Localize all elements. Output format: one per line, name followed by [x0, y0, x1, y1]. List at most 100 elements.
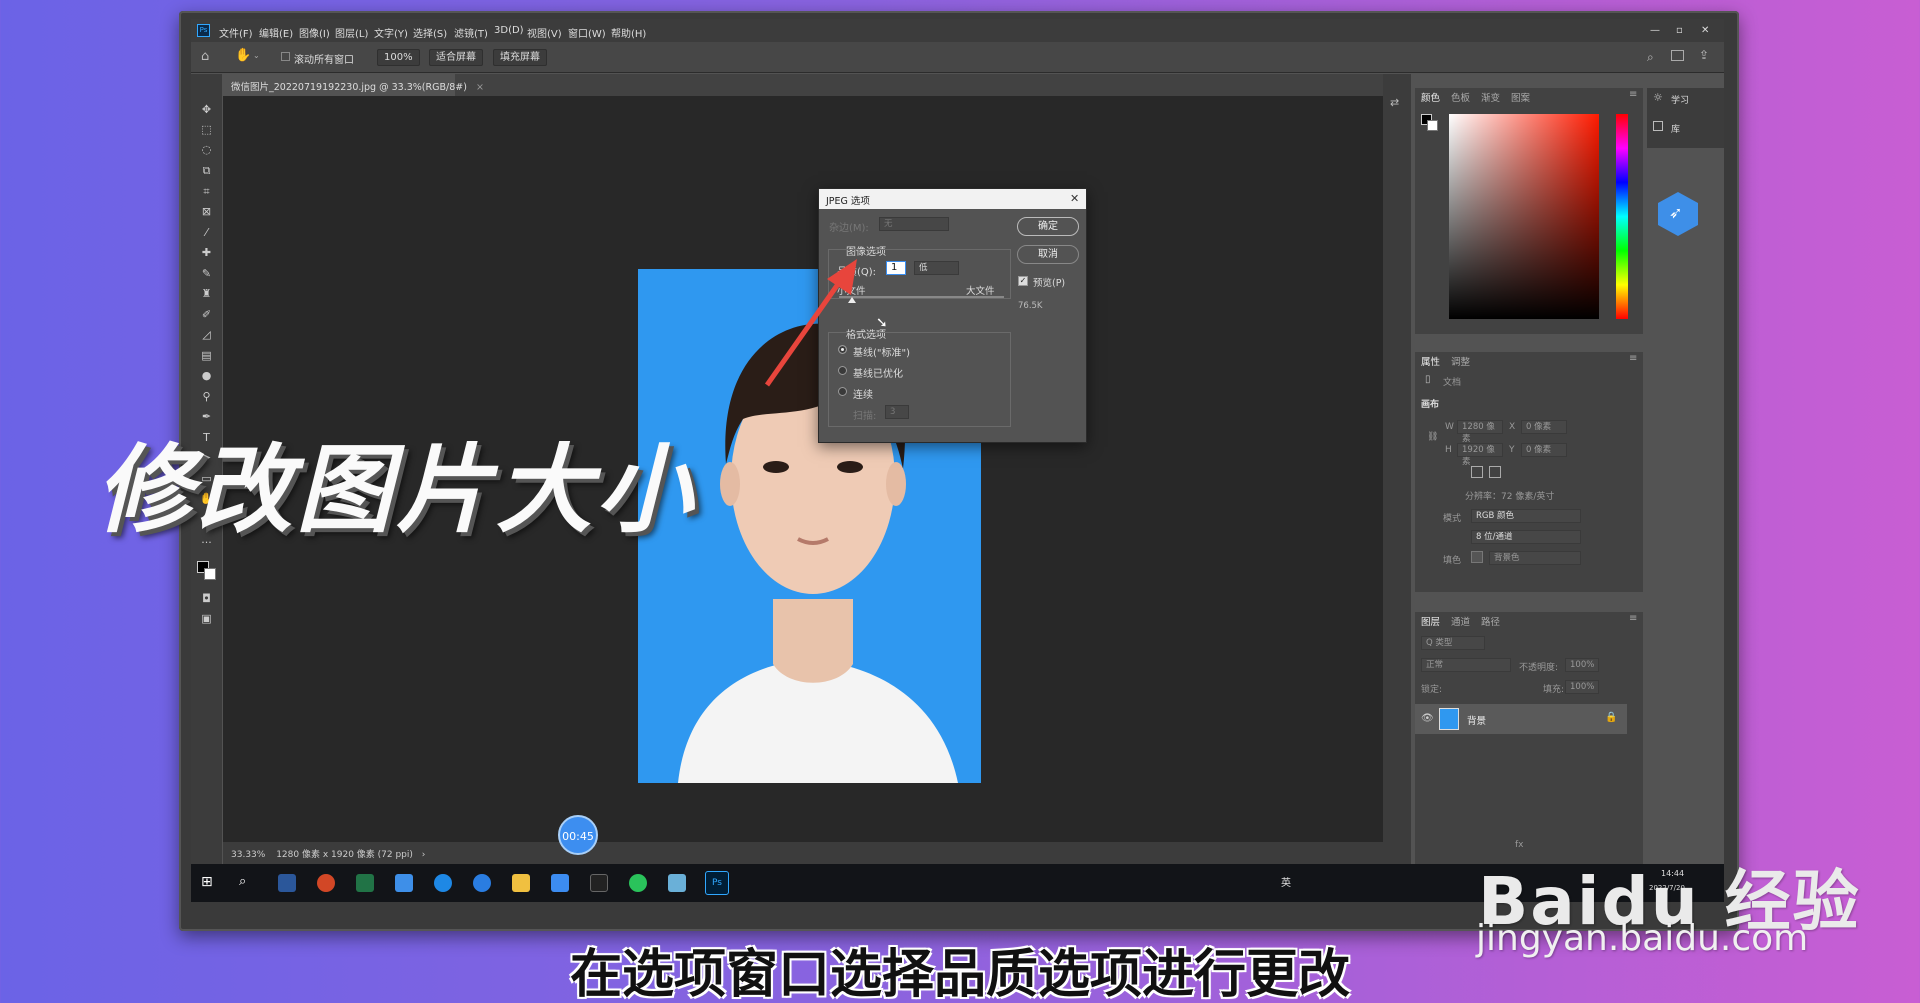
status-arrow-icon[interactable]: ›: [422, 850, 426, 860]
depth-select[interactable]: 8 位/通道: [1471, 530, 1581, 544]
menu-edit[interactable]: 编辑(E): [259, 25, 293, 40]
layer-row-background[interactable]: 👁 背景 🔒: [1415, 704, 1627, 734]
eraser-icon[interactable]: ◿: [199, 327, 214, 342]
fill-select[interactable]: 背景色: [1489, 551, 1581, 565]
stamp-tool-icon[interactable]: ♜: [199, 286, 214, 301]
history-panel-icon[interactable]: ⇄: [1390, 96, 1399, 109]
move-tool-icon[interactable]: ✥: [199, 102, 214, 117]
height-field[interactable]: 1920 像素: [1457, 443, 1503, 467]
sogou-browser-icon[interactable]: [473, 874, 491, 892]
tab-close-icon[interactable]: ×: [476, 82, 484, 93]
y-field[interactable]: 0 像素: [1521, 443, 1567, 457]
workspace-icon[interactable]: [1671, 50, 1684, 61]
bird-app-icon[interactable]: ➶: [1658, 192, 1698, 236]
layer-filter-select[interactable]: Q 类型: [1421, 636, 1485, 650]
document-tab[interactable]: 微信图片_20220719192230.jpg @ 33.3%(RGB/8#) …: [223, 74, 484, 96]
history-brush-icon[interactable]: ✐: [199, 307, 214, 322]
tab-properties[interactable]: 属性: [1421, 354, 1440, 368]
library-label[interactable]: 库: [1671, 122, 1680, 135]
background-color-swatch[interactable]: [204, 568, 216, 580]
eyedropper-icon[interactable]: ⁄: [199, 225, 214, 240]
color-field[interactable]: [1449, 114, 1599, 319]
fill-swatch[interactable]: [1471, 551, 1483, 563]
fill-screen-button[interactable]: 填充屏幕: [493, 49, 547, 66]
canvas-section-title[interactable]: 画布: [1421, 397, 1439, 410]
portrait-orient-icon[interactable]: [1471, 466, 1483, 478]
props-menu-icon[interactable]: ≡: [1629, 353, 1637, 364]
excel-icon[interactable]: [356, 874, 374, 892]
layer-name[interactable]: 背景: [1467, 713, 1486, 727]
dodge-icon[interactable]: ⚲: [199, 389, 214, 404]
windows-start-icon[interactable]: ⊞: [201, 874, 219, 892]
tab-layers[interactable]: 图层: [1421, 614, 1440, 628]
hue-slider[interactable]: [1616, 114, 1628, 319]
menu-layer[interactable]: 图层(L): [335, 25, 368, 40]
feishu-icon[interactable]: [395, 874, 413, 892]
file-explorer-icon[interactable]: [512, 874, 530, 892]
tab-gradients[interactable]: 渐变: [1481, 90, 1500, 104]
menu-help[interactable]: 帮助(H): [611, 25, 646, 40]
matte-select[interactable]: 无: [879, 217, 949, 231]
powerpoint-icon[interactable]: [317, 874, 335, 892]
width-field[interactable]: 1280 像素: [1457, 420, 1503, 444]
layers-menu-icon[interactable]: ≡: [1629, 613, 1637, 624]
quality-input[interactable]: 1: [886, 261, 906, 275]
menu-view[interactable]: 视图(V): [527, 25, 562, 40]
panel-menu-icon[interactable]: ≡: [1629, 89, 1637, 100]
x-field[interactable]: 0 像素: [1521, 420, 1567, 434]
fill-pct-field[interactable]: 100%: [1565, 680, 1599, 694]
wechat-icon[interactable]: [629, 874, 647, 892]
notes-icon[interactable]: [668, 874, 686, 892]
status-zoom[interactable]: 33.33%: [231, 850, 265, 860]
tab-channels[interactable]: 通道: [1451, 614, 1470, 628]
fit-screen-button[interactable]: 适合屏幕: [429, 49, 483, 66]
photoshop-taskbar-icon[interactable]: Ps: [705, 871, 729, 895]
share-icon[interactable]: ⇪: [1699, 48, 1709, 62]
landscape-orient-icon[interactable]: [1489, 466, 1501, 478]
opacity-field[interactable]: 100%: [1565, 658, 1599, 672]
lasso-tool-icon[interactable]: ◌: [199, 142, 214, 157]
menu-filter[interactable]: 滤镜(T): [454, 25, 488, 40]
ok-button[interactable]: 确定: [1017, 217, 1079, 236]
brush-tool-icon[interactable]: ✎: [199, 266, 214, 281]
screen-mode-icon[interactable]: ▣: [199, 611, 214, 626]
tray-lang[interactable]: 英: [1281, 874, 1291, 892]
search-icon[interactable]: ⌕: [1647, 50, 1654, 65]
menu-file[interactable]: 文件(F): [219, 25, 253, 40]
menu-3d[interactable]: 3D(D): [494, 25, 524, 36]
hand-tool-icon[interactable]: ✋: [235, 48, 251, 63]
blend-mode-select[interactable]: 正常: [1421, 658, 1511, 672]
menu-select[interactable]: 选择(S): [413, 25, 447, 40]
gradient-icon[interactable]: ▤: [199, 348, 214, 363]
object-select-icon[interactable]: ⧉: [199, 163, 214, 178]
close-window-button[interactable]: ✕: [1701, 25, 1709, 36]
learn-label[interactable]: 学习: [1671, 93, 1689, 106]
tab-swatches[interactable]: 色板: [1451, 90, 1470, 104]
chevron-down-icon[interactable]: ⌄: [253, 51, 260, 60]
dialog-close-icon[interactable]: ✕: [1070, 192, 1079, 205]
healing-brush-icon[interactable]: ✚: [199, 245, 214, 260]
word-icon[interactable]: [278, 874, 296, 892]
capcut-icon[interactable]: [590, 874, 608, 892]
scans-select[interactable]: 3: [885, 405, 909, 419]
zoom-100-button[interactable]: 100%: [377, 49, 420, 66]
tab-color[interactable]: 颜色: [1421, 90, 1440, 104]
frame-tool-icon[interactable]: ⊠: [199, 204, 214, 219]
scroll-all-checkbox[interactable]: [281, 52, 290, 61]
tab-patterns[interactable]: 图案: [1511, 90, 1530, 104]
preview-checkbox[interactable]: ✓: [1018, 276, 1028, 286]
minimize-button[interactable]: —: [1650, 25, 1660, 36]
tab-adjustments[interactable]: 调整: [1451, 354, 1470, 368]
menu-window[interactable]: 窗口(W): [568, 25, 606, 40]
tab-paths[interactable]: 路径: [1481, 614, 1500, 628]
blur-icon[interactable]: ●: [199, 368, 214, 383]
restore-button[interactable]: ▫: [1676, 25, 1683, 36]
mode-select[interactable]: RGB 颜色: [1471, 509, 1581, 523]
taskbar-search-icon[interactable]: ⌕: [239, 874, 257, 892]
marquee-tool-icon[interactable]: ⬚: [199, 122, 214, 137]
bg-swatch[interactable]: [1427, 120, 1438, 131]
library-icon[interactable]: [1653, 121, 1663, 131]
visibility-eye-icon[interactable]: 👁: [1421, 713, 1434, 724]
menu-image[interactable]: 图像(I): [299, 25, 330, 40]
lightbulb-icon[interactable]: ☼: [1653, 91, 1663, 104]
